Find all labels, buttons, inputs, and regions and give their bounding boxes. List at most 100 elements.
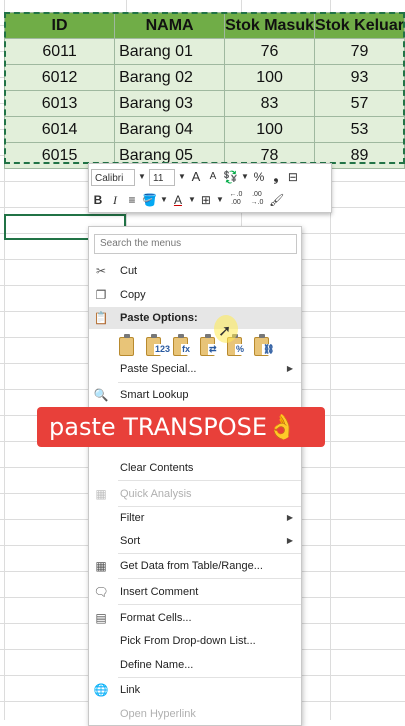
paste-formulas-icon[interactable]: fx [172, 334, 192, 358]
table-header-row: ID NAMA Stok Masuk Stok Keluar [3, 12, 405, 39]
decrease-decimal-button[interactable]: .00 →.0 [248, 191, 266, 209]
chevron-right-icon: ▶ [286, 364, 293, 373]
bold-button[interactable]: B [91, 191, 105, 209]
cell-stok-masuk[interactable]: 76 [224, 38, 315, 65]
menu-item-label: Cut [120, 265, 138, 277]
menu-item-get-data[interactable]: ▦ Get Data from Table/Range... [89, 555, 301, 577]
mini-toolbar-row-2: B I ≡ 🪣 ▼ A ▼ ⊞ ▼ ←.0 .00 .00 →.0 🖌 [91, 189, 285, 211]
menu-item-label: Paste Special... [120, 363, 197, 375]
menu-item-label: Smart Lookup [120, 389, 189, 401]
menu-search-input[interactable]: Search the menus [94, 234, 297, 254]
menu-item-label: Insert Comment [120, 586, 199, 598]
scissors-icon: ✂ [95, 264, 107, 278]
cell-nama[interactable]: Barang 03 [114, 90, 226, 117]
menu-item-filter[interactable]: Filter ▶ [89, 507, 301, 529]
header-stok-keluar[interactable]: Stok Keluar [314, 12, 405, 39]
chevron-down-icon[interactable]: ▼ [241, 168, 249, 186]
cell-stok-keluar[interactable]: 57 [314, 90, 405, 117]
cell-stok-masuk[interactable]: 83 [224, 90, 315, 117]
menu-item-label: Pick From Drop-down List... [120, 635, 256, 647]
font-color-button[interactable]: A [171, 191, 185, 209]
cell-stok-keluar[interactable]: 93 [314, 64, 405, 91]
cell-id[interactable]: 6011 [3, 38, 116, 65]
menu-separator [118, 480, 301, 481]
quick-analysis-icon: ▦ [95, 487, 107, 501]
cell-id[interactable]: 6013 [3, 90, 116, 117]
format-cells-icon: ▤ [95, 611, 107, 625]
menu-item-label: Quick Analysis [120, 488, 192, 500]
search-icon: 🔍 [93, 388, 109, 402]
paste-link-icon[interactable]: ⛓ [253, 334, 276, 358]
menu-item-cut[interactable]: ✂ Cut [89, 260, 301, 282]
menu-item-insert-comment[interactable]: 🗨 Insert Comment [89, 581, 301, 603]
data-table: ID NAMA Stok Masuk Stok Keluar 6011 Bara… [3, 12, 405, 169]
italic-button[interactable]: I [108, 191, 122, 209]
menu-item-clear-contents[interactable]: Clear Contents [89, 457, 301, 479]
header-id[interactable]: ID [3, 12, 116, 39]
menu-item-label: Get Data from Table/Range... [120, 560, 263, 572]
menu-item-format-cells[interactable]: ▤ Format Cells... [89, 607, 301, 629]
menu-item-define-name[interactable]: Define Name... [89, 654, 301, 676]
grow-font-icon[interactable]: A [189, 168, 203, 186]
cell-stok-masuk[interactable]: 100 [224, 116, 315, 143]
menu-item-label: Filter [120, 512, 145, 524]
borders-icon[interactable]: ⊞ [199, 191, 213, 209]
menu-separator [118, 382, 301, 383]
table-icon: ▦ [95, 559, 107, 573]
fill-color-icon[interactable]: 🪣 [142, 191, 157, 209]
accounting-format-icon[interactable]: 💱 [223, 168, 238, 186]
mini-toolbar: Calibri ▼ 11 ▼ A A 💱 ▼ % ❟ ⊟ B I ≡ 🪣 ▼ A… [88, 163, 332, 213]
paste-values-icon[interactable]: 123 [145, 334, 172, 358]
menu-item-label: Open Hyperlink [120, 708, 196, 720]
percent-style-button[interactable]: % [252, 168, 266, 186]
mouse-pointer-icon: ➚ [218, 323, 232, 340]
menu-item-label: Format Cells... [120, 612, 192, 624]
shrink-font-icon[interactable]: A [206, 168, 220, 186]
menu-item-label: Define Name... [120, 659, 194, 671]
chevron-down-icon[interactable]: ▼ [216, 191, 224, 209]
cell-nama[interactable]: Barang 01 [114, 38, 226, 65]
menu-item-sort[interactable]: Sort ▶ [89, 530, 301, 552]
cell-stok-keluar[interactable]: 53 [314, 116, 405, 143]
cell-stok-keluar[interactable]: 79 [314, 38, 405, 65]
cell-id[interactable]: 6012 [3, 64, 116, 91]
cell-nama[interactable]: Barang 04 [114, 116, 226, 143]
paste-icon[interactable] [118, 334, 138, 358]
menu-separator [118, 553, 301, 554]
font-name-box[interactable]: Calibri [91, 168, 135, 186]
menu-item-copy[interactable]: ❐ Copy [89, 284, 301, 306]
copy-icon: ❐ [95, 288, 107, 302]
table-row: 6014 Barang 04 100 53 [3, 116, 405, 143]
align-center-button[interactable]: ≡ [125, 191, 139, 209]
menu-item-pick-list[interactable]: Pick From Drop-down List... [89, 630, 301, 652]
menu-separator [118, 578, 301, 579]
chevron-right-icon: ▶ [286, 536, 293, 545]
comment-icon: 🗨 [93, 585, 109, 599]
header-stok-masuk[interactable]: Stok Masuk [224, 12, 315, 39]
caption-banner: paste TRANSPOSE👌 [37, 407, 325, 447]
comma-style-button[interactable]: ❟ [269, 168, 283, 186]
menu-item-link[interactable]: 🌐 Link [89, 679, 301, 701]
chevron-down-icon[interactable]: ▼ [188, 191, 196, 209]
menu-item-label: Clear Contents [120, 462, 194, 474]
header-nama[interactable]: NAMA [114, 12, 226, 39]
chevron-down-icon[interactable]: ▼ [178, 168, 186, 186]
menu-separator [118, 677, 301, 678]
table-row: 6013 Barang 03 83 57 [3, 90, 405, 117]
menu-item-label: Copy [120, 289, 146, 301]
chevron-down-icon[interactable]: ▼ [138, 168, 146, 186]
increase-decimal-button[interactable]: ←.0 .00 [227, 191, 245, 209]
table-row: 6011 Barang 01 76 79 [3, 38, 405, 65]
menu-item-paste-special[interactable]: Paste Special... ▶ [89, 358, 301, 380]
menu-item-label: Sort [120, 535, 141, 547]
font-size-box[interactable]: 11 [149, 168, 175, 186]
cell-id[interactable]: 6014 [3, 116, 116, 143]
merge-center-icon[interactable]: ⊟ [286, 168, 300, 186]
cell-stok-masuk[interactable]: 100 [224, 64, 315, 91]
chevron-down-icon[interactable]: ▼ [160, 191, 168, 209]
menu-item-smart-lookup[interactable]: 🔍 Smart Lookup [89, 384, 301, 406]
chevron-right-icon: ▶ [286, 513, 293, 522]
format-painter-icon[interactable]: 🖌 [269, 191, 284, 209]
cell-nama[interactable]: Barang 02 [114, 64, 226, 91]
table-row: 6012 Barang 02 100 93 [3, 64, 405, 91]
